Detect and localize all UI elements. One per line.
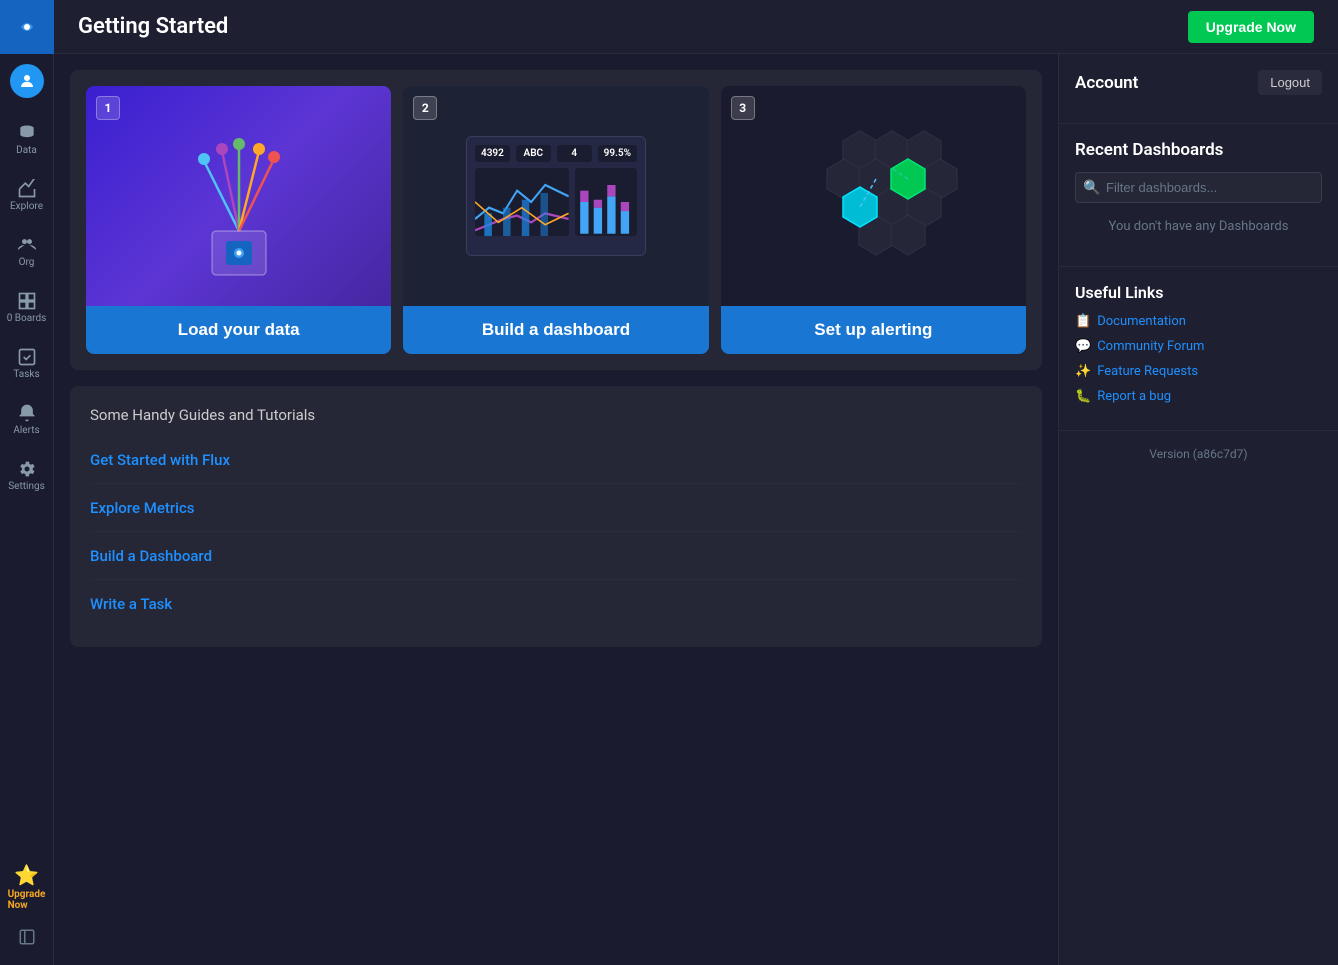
sidebar-item-tasks[interactable]: Tasks: [0, 336, 54, 390]
data-illustration: [174, 111, 304, 281]
guide-item-2[interactable]: Build a Dashboard: [90, 532, 1022, 580]
sidebar-item-explore[interactable]: Explore: [0, 168, 54, 222]
dash-chart-left: [475, 168, 569, 236]
guide-link-1[interactable]: Explore Metrics: [90, 499, 195, 517]
version-hash: (a86c7d7): [1193, 447, 1248, 461]
guides-title: Some Handy Guides and Tutorials: [90, 406, 1022, 424]
useful-link-0[interactable]: 📋 Documentation: [1075, 314, 1322, 329]
logout-button[interactable]: Logout: [1258, 70, 1322, 95]
bug-icon: 🐛: [1075, 389, 1091, 404]
account-section: Account Logout: [1059, 54, 1338, 124]
dash-stat-1: 4392: [475, 145, 510, 162]
community-icon: 💬: [1075, 339, 1091, 354]
sidebar-item-org[interactable]: Org: [0, 224, 54, 278]
sidebar-upgrade-btn[interactable]: ⭐ UpgradeNow: [0, 857, 54, 917]
dash-charts: [475, 168, 637, 236]
dash-stat-row: 4392 ABC 4 99.5%: [475, 145, 637, 162]
guide-item-0[interactable]: Get Started with Flux: [90, 436, 1022, 484]
upgrade-star-icon: ⭐: [14, 863, 39, 887]
dash-stat-4: 99.5%: [598, 145, 637, 162]
card-load-data: 1: [86, 86, 391, 354]
top-header: Getting Started Upgrade Now: [54, 0, 1338, 54]
card-2-step: 2: [413, 96, 437, 120]
useful-link-3[interactable]: 🐛 Report a bug: [1075, 389, 1322, 404]
bug-label: Report a bug: [1097, 389, 1171, 404]
recent-dashboards-title: Recent Dashboards: [1075, 140, 1223, 160]
upgrade-now-button[interactable]: Upgrade Now: [1188, 11, 1314, 43]
card-build-dashboard: 2 4392 ABC: [403, 86, 708, 354]
sidebar-label-boards: 0 Boards: [7, 313, 47, 324]
card-1-image: 1: [86, 86, 391, 306]
avatar-circle: [10, 64, 44, 98]
guide-item-1[interactable]: Explore Metrics: [90, 484, 1022, 532]
main-content: 1: [54, 54, 1058, 965]
upgrade-text: UpgradeNow: [8, 889, 46, 911]
sidebar-label-data: Data: [16, 145, 37, 156]
main-area: Getting Started Upgrade Now 1: [54, 0, 1338, 965]
sidebar-nav: Data Explore Org 0 Boards Tasks: [0, 108, 54, 857]
sidebar-collapse-btn[interactable]: [0, 917, 54, 957]
guide-link-2[interactable]: Build a Dashboard: [90, 547, 212, 565]
feature-label: Feature Requests: [1097, 364, 1198, 379]
documentation-icon: 📋: [1075, 314, 1091, 329]
feature-icon: ✨: [1075, 364, 1091, 379]
useful-links-title: Useful Links: [1075, 283, 1322, 302]
cards-row: 1: [70, 70, 1042, 370]
recent-dashboards-section: Recent Dashboards 🔍 You don't have any D…: [1059, 124, 1338, 267]
account-title: Account: [1075, 73, 1138, 93]
sidebar-label-tasks: Tasks: [13, 369, 39, 380]
version-label: Version: [1149, 447, 1189, 461]
sidebar-label-settings: Settings: [8, 481, 45, 492]
dash-stat-2: ABC: [516, 145, 551, 162]
page-title: Getting Started: [78, 14, 228, 39]
guide-link-3[interactable]: Write a Task: [90, 595, 172, 613]
sidebar-bottom: ⭐ UpgradeNow: [0, 857, 54, 965]
content-row: 1: [54, 54, 1338, 965]
sidebar-label-explore: Explore: [10, 201, 43, 212]
sidebar-item-data[interactable]: Data: [0, 112, 54, 166]
sidebar-item-settings[interactable]: Settings: [0, 448, 54, 502]
community-label: Community Forum: [1097, 339, 1204, 354]
version-section: Version (a86c7d7): [1059, 431, 1338, 477]
alerting-illustration: [763, 111, 983, 281]
load-data-button[interactable]: Load your data: [86, 306, 391, 354]
dash-chart-right: [575, 168, 637, 236]
build-dashboard-button[interactable]: Build a dashboard: [403, 306, 708, 354]
sidebar-label-org: Org: [19, 257, 35, 268]
set-up-alerting-button[interactable]: Set up alerting: [721, 306, 1026, 354]
search-icon: 🔍: [1083, 180, 1100, 196]
user-avatar[interactable]: [0, 54, 54, 108]
guides-section: Some Handy Guides and Tutorials Get Star…: [70, 386, 1042, 647]
guide-link-0[interactable]: Get Started with Flux: [90, 451, 230, 469]
filter-input-wrapper: 🔍: [1075, 172, 1322, 203]
card-2-image: 2 4392 ABC: [403, 86, 708, 306]
card-1-step: 1: [96, 96, 120, 120]
card-3-image: 3: [721, 86, 1026, 306]
card-set-alerting: 3: [721, 86, 1026, 354]
useful-links-section: Useful Links 📋 Documentation 💬 Community…: [1059, 267, 1338, 431]
documentation-label: Documentation: [1097, 314, 1186, 329]
card-3-step: 3: [731, 96, 755, 120]
dashboard-preview: 4392 ABC 4 99.5%: [466, 136, 646, 256]
right-panel: Account Logout Recent Dashboards 🔍 You d…: [1058, 54, 1338, 965]
recent-dashboards-header: Recent Dashboards: [1075, 140, 1322, 160]
guide-item-3[interactable]: Write a Task: [90, 580, 1022, 627]
sidebar: Data Explore Org 0 Boards Tasks: [0, 0, 54, 965]
useful-link-2[interactable]: ✨ Feature Requests: [1075, 364, 1322, 379]
account-header: Account Logout: [1075, 70, 1322, 95]
no-dashboards-message: You don't have any Dashboards: [1075, 203, 1322, 250]
sidebar-item-alerts[interactable]: Alerts: [0, 392, 54, 446]
dashboard-filter-input[interactable]: [1075, 172, 1322, 203]
app-logo[interactable]: [0, 0, 54, 54]
dash-stat-3: 4: [557, 145, 592, 162]
sidebar-label-alerts: Alerts: [13, 425, 39, 436]
useful-link-1[interactable]: 💬 Community Forum: [1075, 339, 1322, 354]
sidebar-item-boards[interactable]: 0 Boards: [0, 280, 54, 334]
